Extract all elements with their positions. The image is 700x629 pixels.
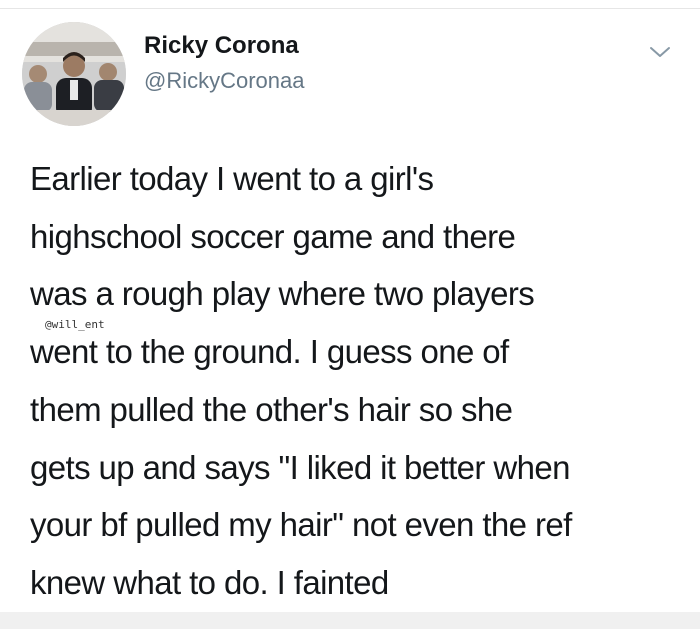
tweet-text-line: your bf pulled my hair" not even the ref	[30, 506, 572, 544]
author-handle[interactable]: @RickyCoronaa	[144, 68, 305, 94]
tweet-text-line: highschool soccer game and there	[30, 217, 516, 255]
tweet-card: Ricky Corona @RickyCoronaa Earlier today…	[0, 10, 700, 620]
tweet-text-line: gets up and says "I liked it better when	[30, 448, 570, 486]
avatar[interactable]	[22, 22, 126, 126]
tweet-text: Earlier today I went to a girl's highsch…	[30, 150, 680, 612]
tweet-text-line: went to the ground. I guess one of	[30, 333, 509, 371]
watermark: @will_ent	[45, 318, 105, 331]
tweet-text-line: them pulled the other's hair so she	[30, 390, 513, 428]
chevron-down-icon[interactable]	[648, 40, 672, 64]
author-name[interactable]: Ricky Corona	[144, 32, 299, 60]
tweet-text-line: was a rough play where two players	[30, 275, 535, 313]
top-divider	[0, 0, 700, 9]
tweet-text-line: Earlier today I went to a girl's	[30, 160, 434, 197]
bottom-edge	[0, 612, 700, 629]
avatar-photo	[22, 22, 126, 126]
tweet-text-line: knew what to do. I fainted	[30, 563, 389, 601]
